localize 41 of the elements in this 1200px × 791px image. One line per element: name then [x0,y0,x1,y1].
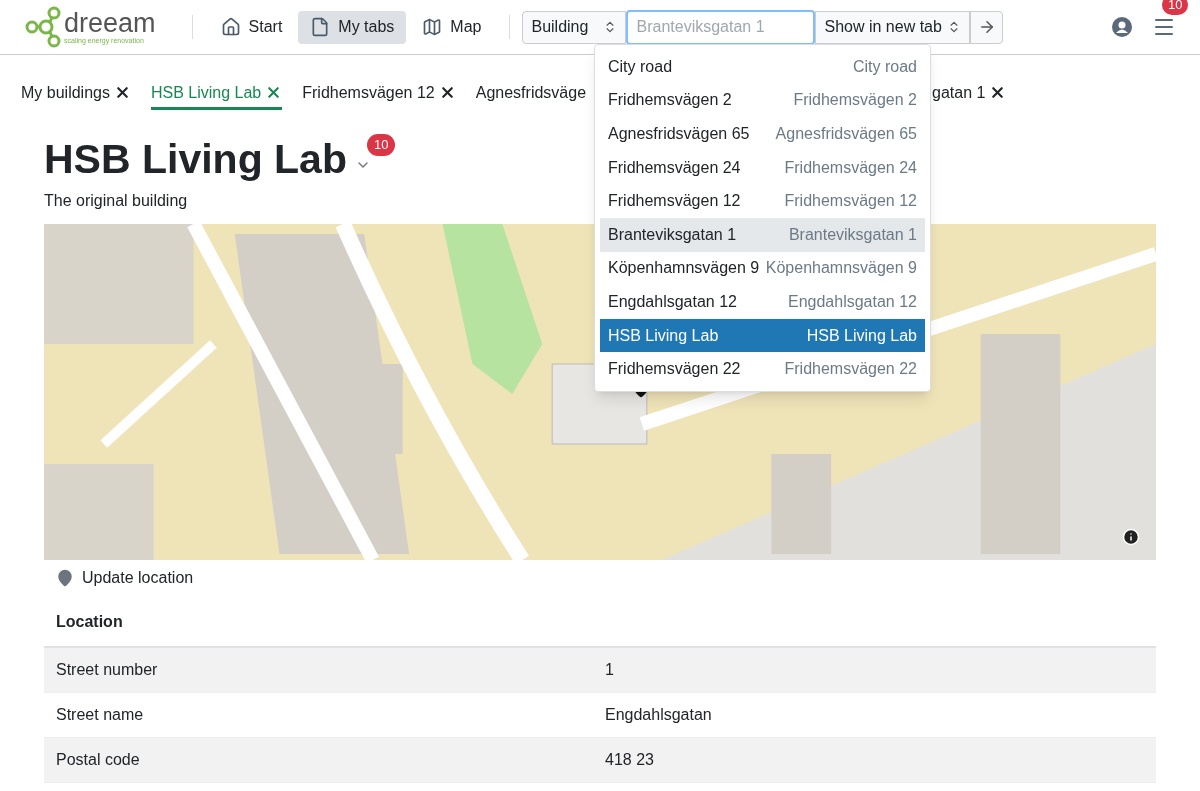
suggestion-item[interactable]: City road City road [600,50,925,84]
target-select[interactable]: Show in new tab [815,10,971,44]
update-location-link[interactable]: Update location [56,566,194,591]
logo-name: dreeam [64,10,156,37]
suggestion-item[interactable]: HSB Living Lab HSB Living Lab [600,318,925,353]
home-icon [220,17,241,37]
suggestion-item[interactable]: Fridhemsvägen 22 Fridhemsvägen 22 [600,352,925,386]
field-label: Postal code [56,750,141,771]
field-value: Engdahlsgatan [604,705,713,726]
info-icon[interactable] [1122,528,1140,547]
building-tab[interactable]: HSB Living Lab [150,78,283,110]
suggestion-item[interactable]: Branteviksgatan 1 Branteviksgatan 1 [600,217,925,252]
building-tab[interactable]: Agnesfridsväge [475,78,587,110]
suggestion-item[interactable]: Fridhemsvägen 2 Fridhemsvägen 2 [600,83,925,118]
field-label: Street number [56,660,159,681]
suggestion-item[interactable]: Köpenhamnsvägen 9 Köpenhamnsvägen 9 [600,251,925,286]
map-pin-icon [56,569,74,588]
field-label: Street name [56,705,145,726]
suggestion-item[interactable]: Fridhemsvägen 12 Fridhemsvägen 12 [600,184,925,218]
user-icon[interactable] [1112,17,1132,37]
field-value: 418 23 [604,750,655,771]
building-tab[interactable]: Fridhemsvägen 12 [302,78,456,110]
nav-link[interactable]: Map [410,10,494,44]
arrow-right-icon [978,18,996,36]
suggestion-item[interactable]: Agnesfridsvägen 65 Agnesfridsvägen 65 [600,117,925,151]
nav-link[interactable]: My tabs [298,10,407,44]
go-button[interactable] [970,10,1004,44]
nav-link[interactable]: Start [208,10,295,44]
notification-badge: 10 [366,134,396,156]
notification-badge: 10 [1162,0,1189,16]
search-field[interactable]: Branteviksgatan 1 [626,9,816,45]
field-value: 1 [604,660,615,681]
building-tab[interactable]: My buildings [21,78,131,110]
suggestion-item[interactable]: Fridhemsvägen 24 Fridhemsvägen 24 [600,150,925,185]
building-description: The original building [44,191,188,212]
type-select[interactable]: Building [522,10,627,44]
file-icon [310,17,331,37]
map-icon [422,17,443,37]
building-tab[interactable]: gatan 1 [932,78,1007,110]
building-title: HSB Living Lab [44,135,347,184]
suggestion-item[interactable]: Engdahlsgatan 12 Engdahlsgatan 12 [600,285,925,319]
